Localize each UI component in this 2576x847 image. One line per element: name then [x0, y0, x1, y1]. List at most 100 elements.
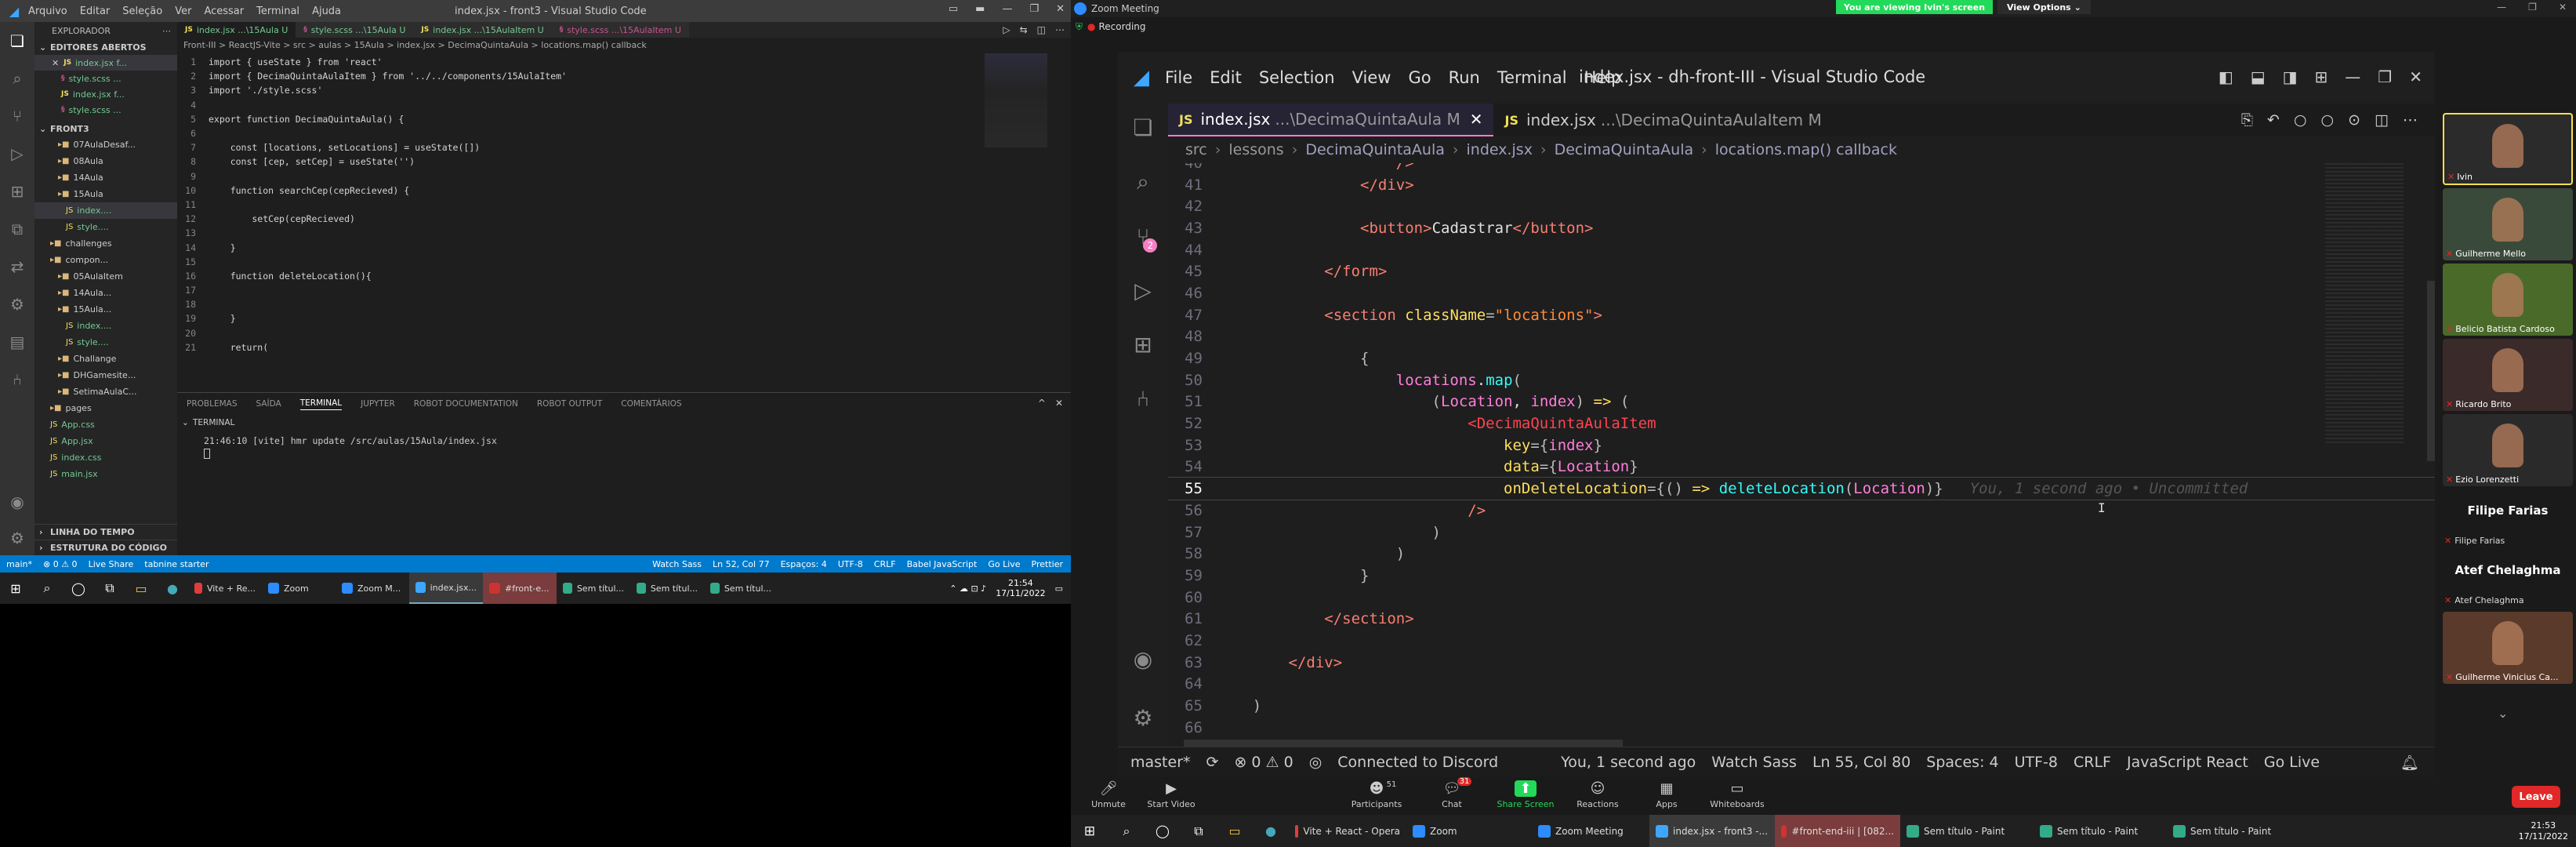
git-graph-icon[interactable]: ⑃: [13, 370, 22, 389]
task-view-icon[interactable]: ⧉: [94, 580, 125, 596]
taskbar-item[interactable]: Zoom M...: [336, 573, 409, 604]
tree-item[interactable]: ▸■ pages: [34, 400, 177, 416]
zoom-maximize-icon[interactable]: ❐: [2528, 2, 2537, 13]
taskbar-item[interactable]: Zoom: [1406, 815, 1532, 847]
zoom-control-whiteboards[interactable]: ▭ Whiteboards: [1706, 780, 1769, 809]
go-back-icon[interactable]: ↶: [2267, 111, 2280, 129]
right-clock-time[interactable]: 21:53: [2519, 820, 2568, 831]
menu-item-arquivo[interactable]: Arquivo: [28, 5, 67, 17]
panel-maximize-icon[interactable]: ^: [1038, 398, 1046, 409]
view-options-button[interactable]: View Options: [2007, 2, 2071, 13]
gallery-scroll-down-icon[interactable]: ⌄: [2498, 706, 2508, 721]
status-item[interactable]: Espaços: 4: [781, 559, 827, 569]
cortana-icon[interactable]: ◯: [1145, 823, 1181, 838]
tree-item[interactable]: ▸■ 05AulaItem: [34, 268, 177, 285]
participant-tile[interactable]: ✕ Belicio Batista Cardoso: [2443, 264, 2573, 336]
status-item[interactable]: Watch Sass: [652, 559, 702, 569]
tree-item[interactable]: ▸■ 15Aula: [34, 186, 177, 202]
left-clock-time[interactable]: 21:54: [996, 578, 1045, 588]
close-icon[interactable]: ✕: [1056, 3, 1065, 15]
shared-status-item[interactable]: Connected to Discord: [1337, 754, 1498, 771]
close-icon[interactable]: ✕: [52, 58, 59, 68]
shared-status-item[interactable]: You, 1 second ago: [1561, 754, 1696, 771]
menu-item-edit[interactable]: Edit: [1210, 68, 1242, 87]
tree-item[interactable]: ▸■ challenges: [34, 235, 177, 252]
search-icon[interactable]: ⌕: [1108, 823, 1145, 839]
taskbar-item[interactable]: Zoom Meeting: [1532, 815, 1649, 847]
split-editor-icon[interactable]: ◫: [2375, 111, 2389, 129]
status-item[interactable]: tabnine starter: [144, 559, 209, 569]
zoom-control-apps[interactable]: ▦ Apps: [1635, 780, 1698, 809]
source-control-icon[interactable]: ⑂ 2: [1137, 224, 1158, 253]
participant-tile[interactable]: ✕ Ezio Lorenzetti: [2443, 414, 2573, 486]
shared-status-item[interactable]: Ln 55, Col 80: [1812, 754, 1910, 771]
minimize-icon[interactable]: —: [1002, 3, 1012, 15]
breadcrumb-item[interactable]: DecimaQuintaAula: [1305, 141, 1445, 158]
git-lens-icon[interactable]: ⊙: [2348, 111, 2360, 129]
toggle-panel-icon[interactable]: ⬓: [2251, 67, 2266, 86]
windows-start-icon[interactable]: ⊞: [1071, 823, 1108, 839]
taskbar-item[interactable]: Sem títul...: [557, 573, 630, 604]
tree-item[interactable]: JS index.css: [34, 449, 177, 466]
breadcrumb-item[interactable]: index.jsx: [1467, 141, 1533, 158]
tree-item[interactable]: ▸■ 14Aula: [34, 169, 177, 186]
participant-tile-noVideo[interactable]: Atef Chelaghma: [2440, 549, 2576, 591]
menu-item-editar[interactable]: Editar: [80, 5, 111, 17]
menu-item-terminal[interactable]: Terminal: [1497, 68, 1567, 87]
taskbar-item[interactable]: Vite + Re...: [188, 573, 262, 604]
layout-icon[interactable]: ▭: [949, 3, 958, 15]
zoom-control-unmute[interactable]: 🎤︎ Unmute: [1077, 780, 1140, 809]
outline-header[interactable]: ESTRUTURA DO CÓDIGO: [50, 543, 167, 553]
file-explorer-icon[interactable]: ▭: [125, 581, 157, 596]
shared-status-item[interactable]: JavaScript React: [2127, 754, 2248, 771]
taskbar-item[interactable]: index.jsx...: [409, 573, 483, 604]
status-item[interactable]: Ln 52, Col 77: [713, 559, 770, 569]
tree-item[interactable]: JS main.jsx: [34, 466, 177, 482]
recording-label[interactable]: Recording: [1099, 21, 1146, 32]
open-changes-icon[interactable]: ⎘: [2241, 111, 2253, 129]
left-clock-date[interactable]: 17/11/2022: [996, 588, 1045, 598]
toggle-sidebar-icon[interactable]: ◧: [2219, 67, 2233, 86]
status-item[interactable]: main*: [6, 559, 32, 569]
cortana-icon[interactable]: ◯: [63, 581, 94, 596]
breadcrumb-item[interactable]: lessons: [1228, 141, 1283, 158]
bell-icon[interactable]: 🔔︎: [2400, 754, 2419, 772]
tree-item[interactable]: ▸■ 08Aula: [34, 153, 177, 169]
tree-item[interactable]: ▸■ SetimaAulaC...: [34, 384, 177, 400]
search-icon[interactable]: ⌕: [13, 69, 21, 88]
tree-item[interactable]: JS App.css: [34, 416, 177, 433]
shared-code-editor[interactable]: 40 />41 </div>4243 <button>Cadastrar</bu…: [1168, 163, 2435, 747]
file-explorer-icon[interactable]: ▭: [1217, 823, 1253, 838]
search-icon[interactable]: ⌕: [31, 580, 63, 596]
horizontal-scrollbar[interactable]: [1184, 740, 1623, 747]
project-header[interactable]: FRONT3: [50, 124, 89, 134]
menu-item-ajuda[interactable]: Ajuda: [312, 5, 341, 17]
more-actions-icon[interactable]: ⋯: [2403, 111, 2418, 129]
explorer-icon[interactable]: ❏: [10, 31, 24, 50]
shared-status-item[interactable]: Go Live: [2264, 754, 2320, 771]
participant-tile[interactable]: ✕ Ricardo Brito: [2443, 339, 2573, 411]
run-icon[interactable]: ▷: [1003, 24, 1010, 35]
left-code-editor[interactable]: 1 import { useState } from 'react' 2 import…: [177, 53, 1071, 354]
split-editor-icon[interactable]: ◫: [1037, 24, 1046, 35]
left-tab[interactable]: JS index.jsx ...\15Aula U: [177, 22, 296, 38]
tree-item[interactable]: ▸■ 07AulaDesaf...: [34, 136, 177, 153]
open-editors-header[interactable]: EDITORES ABERTOS: [50, 42, 147, 53]
tree-item[interactable]: ▸■ Challange: [34, 351, 177, 367]
zoom-control-reactions[interactable]: ☺ Reactions: [1566, 780, 1629, 809]
menu-item-acessar[interactable]: Acessar: [204, 5, 244, 17]
status-item[interactable]: UTF-8: [838, 559, 863, 569]
tree-item[interactable]: JS index....: [34, 318, 177, 334]
panel-tab-2[interactable]: TERMINAL: [299, 398, 343, 410]
sync-icon[interactable]: ⟳: [1206, 754, 1219, 771]
git-graph-icon[interactable]: ⑃: [1137, 386, 1150, 412]
notification-icon[interactable]: ▭: [1055, 583, 1063, 594]
zoom-minimize-icon[interactable]: —: [2497, 2, 2506, 13]
panel-tab-3[interactable]: JUPYTER: [361, 399, 395, 409]
tree-item[interactable]: JS style....: [34, 219, 177, 235]
right-clock-date[interactable]: 17/11/2022: [2519, 831, 2568, 842]
live-share-icon[interactable]: ⇄: [11, 257, 24, 276]
breadcrumb-item[interactable]: locations.map() callback: [1715, 141, 1897, 158]
left-minimap[interactable]: [985, 53, 1047, 147]
search-icon[interactable]: ⌕: [1137, 169, 1149, 195]
